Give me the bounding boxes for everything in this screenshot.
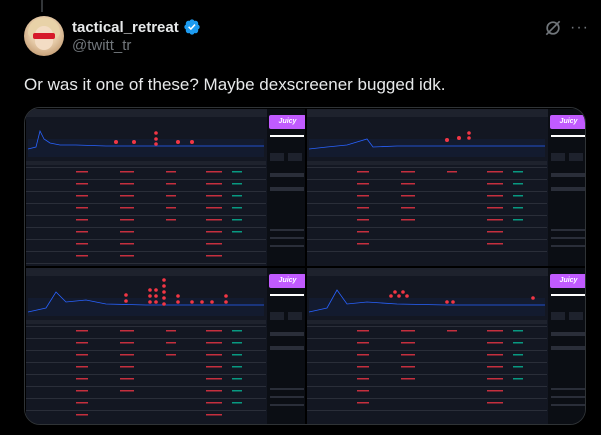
promo-banner[interactable]: Juicy: [550, 115, 585, 129]
screenshot-bottom-left-graphic: [26, 268, 305, 424]
promo-banner[interactable]: Juicy: [550, 274, 585, 288]
promo-banner[interactable]: Juicy: [269, 115, 305, 129]
promo-banner[interactable]: Juicy: [269, 274, 305, 288]
handle[interactable]: @twitt_tr: [72, 37, 131, 54]
screenshot-bottom-right[interactable]: Juicy: [306, 267, 585, 424]
tweet-text: Or was it one of these? Maybe dexscreene…: [24, 75, 446, 94]
author-name-row: tactical_retreat: [72, 17, 201, 37]
screenshot-top-left-graphic: [26, 109, 305, 266]
screenshot-top-left[interactable]: Juicy: [25, 108, 306, 267]
thread-connector-line: [41, 0, 43, 12]
grok-icon[interactable]: [543, 18, 563, 38]
media-grid[interactable]: Juicy Juicy Juicy Juicy: [24, 107, 586, 425]
screenshot-bottom-left[interactable]: Juicy: [25, 267, 306, 424]
screenshot-top-right[interactable]: Juicy: [306, 108, 585, 267]
display-name[interactable]: tactical_retreat: [72, 19, 179, 36]
verified-badge-icon: [184, 19, 200, 35]
screenshot-bottom-right-graphic: [307, 268, 585, 424]
more-icon[interactable]: ···: [570, 20, 589, 36]
screenshot-top-right-graphic: [307, 109, 585, 266]
avatar[interactable]: [24, 16, 64, 56]
